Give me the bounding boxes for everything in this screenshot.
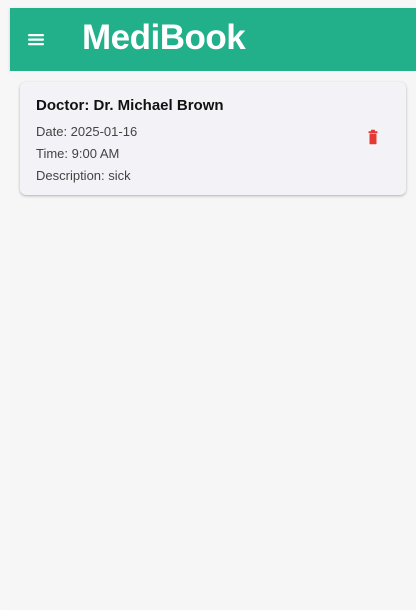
appointments-list: Doctor: Dr. Michael Brown Date: 2025-01-… — [10, 71, 416, 610]
appointment-description: Description: sick — [36, 168, 131, 183]
trash-icon — [368, 129, 378, 145]
menu-button[interactable] — [26, 27, 48, 51]
app-title: MediBook — [82, 18, 246, 57]
appointment-time: Time: 9:00 AM — [36, 146, 120, 161]
hamburger-menu-icon — [28, 34, 44, 46]
doctor-name: Doctor: Dr. Michael Brown — [36, 97, 224, 114]
appointment-date: Date: 2025-01-16 — [36, 124, 138, 139]
delete-appointment-button[interactable] — [361, 126, 385, 150]
app-bar: MediBook — [10, 8, 416, 71]
appointment-card[interactable]: Doctor: Dr. Michael Brown Date: 2025-01-… — [20, 82, 406, 195]
